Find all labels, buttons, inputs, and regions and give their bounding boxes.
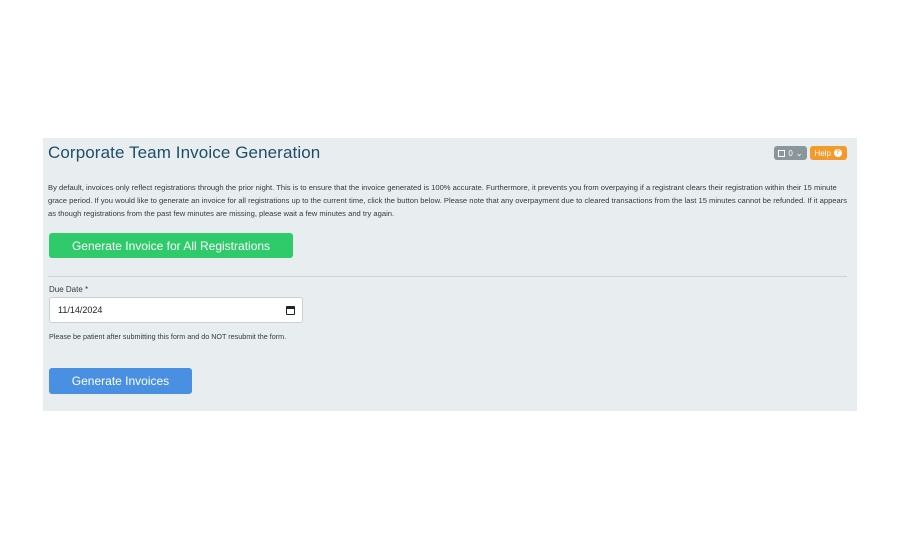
box-icon [778, 149, 786, 157]
description-text: By default, invoices only reflect regist… [48, 183, 848, 218]
submit-note: Please be patient after submitting this … [49, 332, 287, 341]
divider [48, 276, 847, 277]
chevron-down-icon: ⌄ [795, 148, 803, 158]
question-circle-icon: ? [834, 149, 842, 157]
due-date-input[interactable]: 11/14/2024 [49, 297, 303, 323]
generate-invoices-button[interactable]: Generate Invoices [49, 368, 192, 394]
counter-dropdown-button[interactable]: 0 ⌄ [774, 146, 807, 160]
due-date-label: Due Date * [49, 285, 89, 294]
help-label: Help [814, 148, 831, 158]
page-title: Corporate Team Invoice Generation [48, 143, 321, 162]
header-actions: 0 ⌄ Help ? [774, 146, 847, 160]
counter-value: 0 [788, 148, 793, 158]
due-date-value: 11/14/2024 [58, 305, 103, 315]
help-button[interactable]: Help ? [809, 146, 847, 160]
calendar-icon[interactable] [286, 305, 295, 315]
generate-all-registrations-button[interactable]: Generate Invoice for All Registrations [49, 233, 293, 258]
invoice-panel: Corporate Team Invoice Generation 0 ⌄ He… [43, 138, 857, 411]
